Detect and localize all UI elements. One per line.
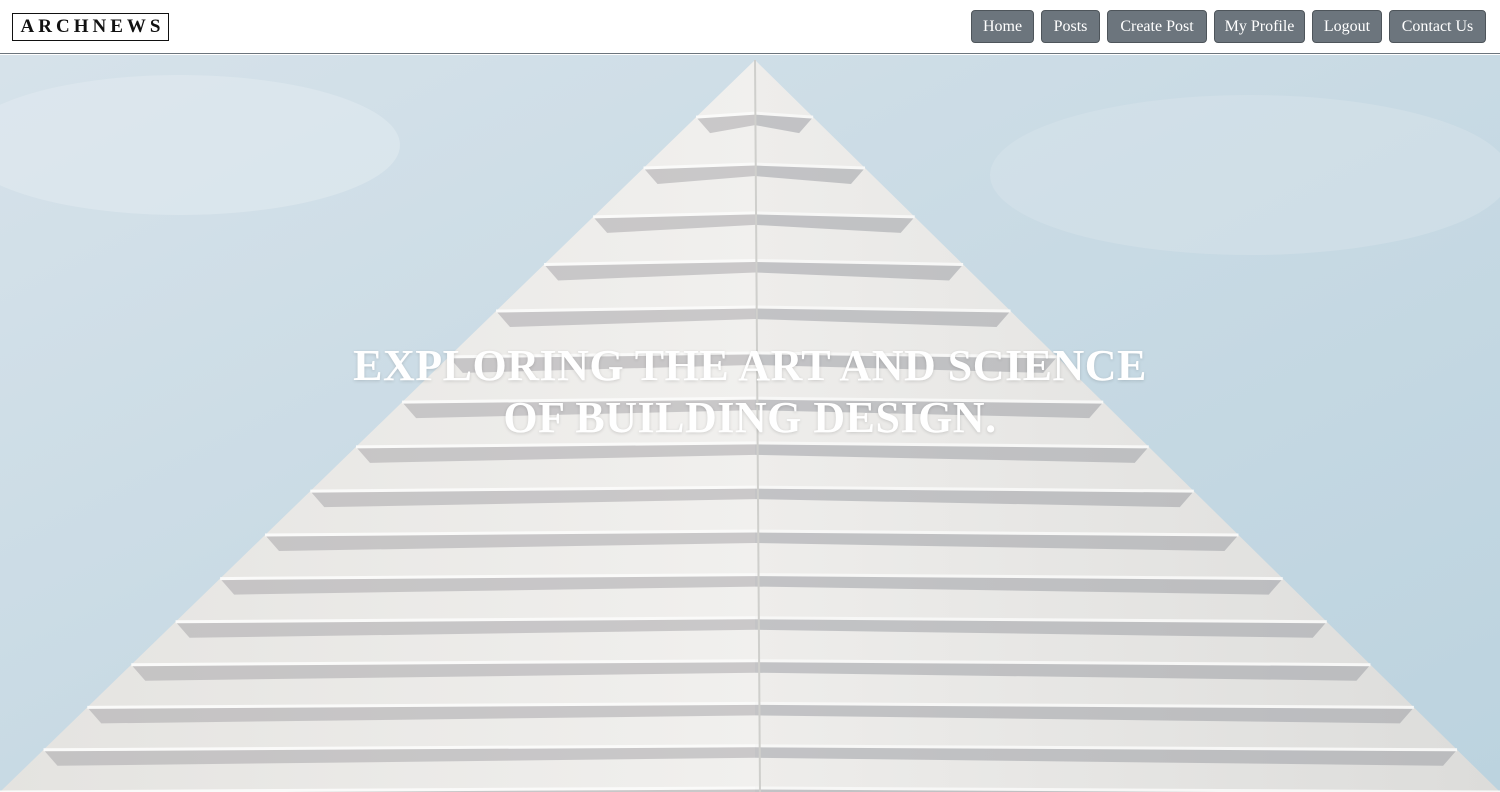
nav-home-button[interactable]: Home bbox=[971, 10, 1034, 43]
nav-logout-button[interactable]: Logout bbox=[1312, 10, 1382, 43]
nav-contact-us-button[interactable]: Contact Us bbox=[1389, 10, 1486, 43]
nav-posts-button[interactable]: Posts bbox=[1041, 10, 1100, 43]
hero-headline: EXPLORING THE ART AND SCIENCE OF BUILDIN… bbox=[0, 340, 1500, 444]
top-navbar: ARCHNEWS Home Posts Create Post My Profi… bbox=[0, 0, 1500, 54]
hero-section: EXPLORING THE ART AND SCIENCE OF BUILDIN… bbox=[0, 55, 1500, 792]
nav-my-profile-button[interactable]: My Profile bbox=[1214, 10, 1305, 43]
hero-headline-line-1: EXPLORING THE ART AND SCIENCE bbox=[353, 341, 1147, 390]
main-nav: Home Posts Create Post My Profile Logout… bbox=[971, 10, 1486, 43]
nav-create-post-button[interactable]: Create Post bbox=[1107, 10, 1207, 43]
site-logo[interactable]: ARCHNEWS bbox=[12, 13, 169, 41]
hero-headline-line-2: OF BUILDING DESIGN. bbox=[503, 393, 997, 442]
